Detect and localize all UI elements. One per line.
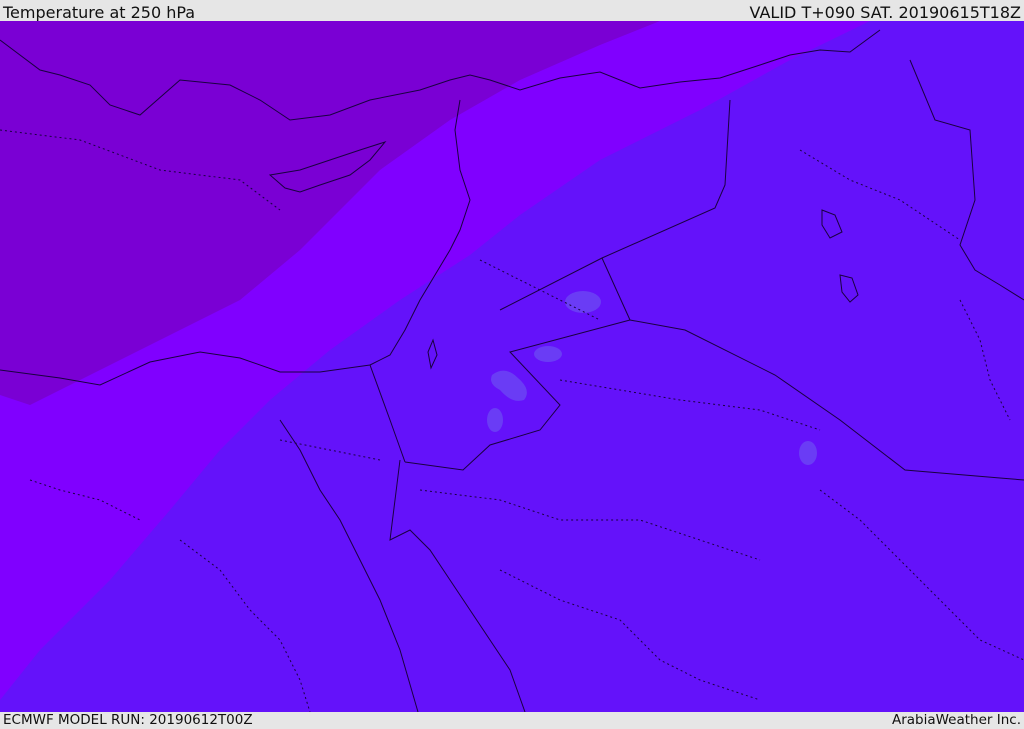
warm-blob [565,291,601,313]
footer-bar: ECMWF MODEL RUN: 20190612T00Z ArabiaWeat… [0,712,1024,729]
map-title: Temperature at 250 hPa [3,3,196,22]
warm-blob [487,408,503,432]
temperature-map[interactable] [0,21,1024,712]
header-bar: Temperature at 250 hPa VALID T+090 SAT. … [0,0,1024,22]
valid-time: VALID T+090 SAT. 20190615T18Z [749,3,1021,22]
warm-blob [534,346,562,362]
model-run: ECMWF MODEL RUN: 20190612T00Z [3,712,253,728]
warm-blob [799,441,817,465]
credit: ArabiaWeather Inc. [891,712,1021,728]
